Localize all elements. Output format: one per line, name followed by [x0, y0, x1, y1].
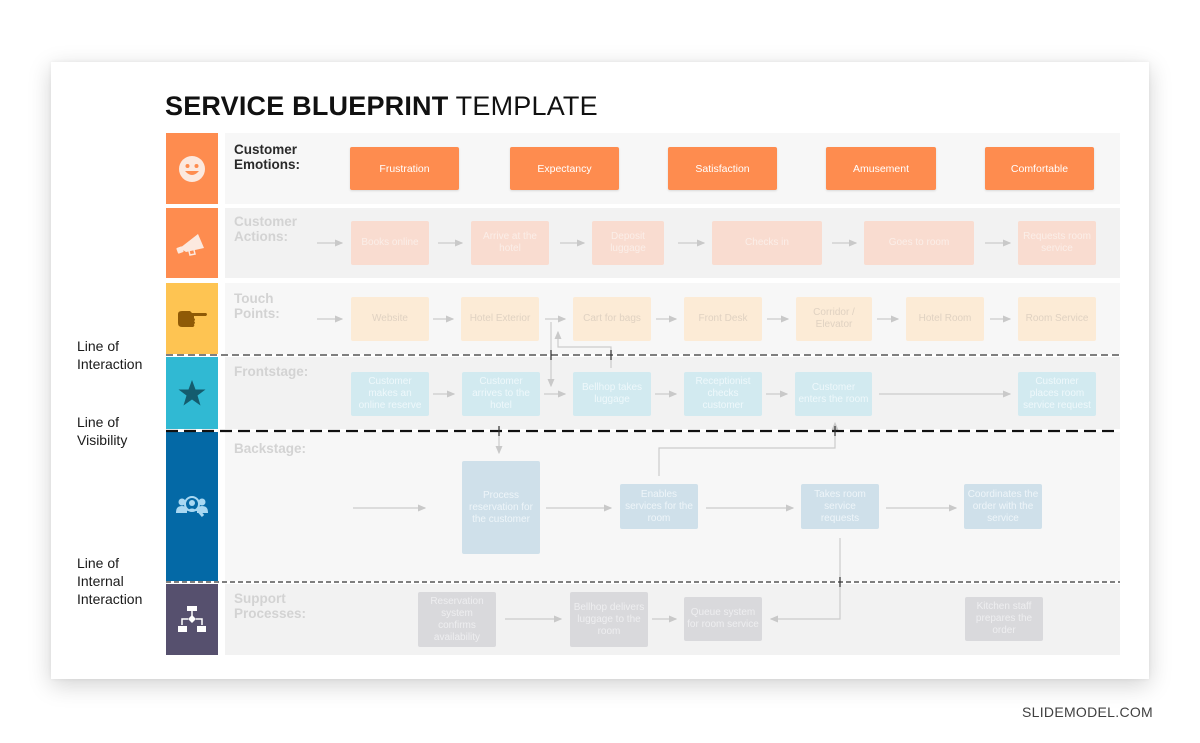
line-of-internal-interaction-label: Line of Internal Interaction: [77, 555, 143, 607]
watermark: SLIDEMODEL.COM: [1022, 704, 1153, 720]
frontstage-box: Customer arrives to the hotel: [462, 372, 540, 416]
emotion-box: Frustration: [350, 147, 459, 190]
star-icon: [178, 380, 206, 406]
frontstage-box: Customer makes an online reserve: [351, 372, 429, 416]
emotion-box: Comfortable: [985, 147, 1094, 190]
lane-label-actions: Customer Actions:: [234, 214, 298, 244]
emotion-box: Amusement: [826, 147, 936, 190]
lane-label-frontstage: Frontstage:: [234, 364, 309, 379]
backstage-box: Enables services for the room: [620, 484, 698, 529]
touch-point-box: Hotel Room: [906, 297, 984, 341]
support-icon-cell: [166, 584, 218, 655]
lane-label-support: Support Processes:: [234, 591, 307, 621]
touch-point-box: Room Service: [1018, 297, 1096, 341]
action-box: Deposit luggage: [592, 221, 664, 265]
title-light: TEMPLATE: [455, 91, 598, 121]
page-title: SERVICE BLUEPRINT TEMPLATE: [165, 91, 598, 122]
support-box: Kitchen staff prepares the order: [965, 597, 1043, 641]
action-box: Requests room service: [1018, 221, 1096, 265]
line-of-interaction-label: Line of Interaction: [77, 338, 143, 372]
touch-point-box: Hotel Exterior: [461, 297, 539, 341]
support-box: Reservation system confirms availability: [418, 592, 496, 647]
emotions-icon-cell: [166, 133, 218, 204]
touch-point-box: Corridor / Elevator: [796, 297, 872, 341]
line-of-visibility-label: Line of Visibility: [77, 414, 128, 448]
actions-icon-cell: [166, 208, 218, 278]
lane-label-touch-points: Touch Points:: [234, 291, 280, 321]
action-box: Books online: [351, 221, 429, 265]
lane-label-emotions: Customer Emotions:: [234, 142, 300, 172]
action-box: Arrive at the hotel: [471, 221, 549, 265]
support-box: Bellhop delivers luggage to the room: [570, 592, 648, 647]
title-bold: SERVICE BLUEPRINT: [165, 91, 449, 121]
emotion-box: Expectancy: [510, 147, 619, 190]
megaphone-icon: [176, 234, 204, 256]
frontstage-box: Receptionist checks customer: [684, 372, 762, 416]
touch-point-box: Cart for bags: [573, 297, 651, 341]
lane-label-backstage: Backstage:: [234, 441, 307, 456]
backstage-box: Process reservation for the customer: [462, 461, 540, 554]
backstage-box: Takes room service requests: [801, 484, 879, 529]
flowchart-icon: [178, 605, 206, 632]
pointing-hand-icon: [178, 310, 207, 327]
emotion-box: Satisfaction: [668, 147, 777, 190]
action-box: Checks in: [712, 221, 822, 265]
touch-points-icon-cell: [166, 283, 218, 354]
touch-point-box: Front Desk: [684, 297, 762, 341]
support-box: Queue system for room service: [684, 597, 762, 641]
touch-point-box: Website: [351, 297, 429, 341]
backstage-box: Coordinates the order with the service: [964, 484, 1042, 529]
people-search-icon: [176, 495, 208, 517]
frontstage-icon-cell: [166, 357, 218, 429]
smiley-face-icon: [179, 155, 205, 182]
frontstage-box: Bellhop takes luggage: [573, 372, 651, 416]
frontstage-box: Customer enters the room: [795, 372, 872, 416]
frontstage-box: Customer places room service request: [1018, 372, 1096, 416]
backstage-icon-cell: [166, 432, 218, 581]
action-box: Goes to room: [864, 221, 974, 265]
